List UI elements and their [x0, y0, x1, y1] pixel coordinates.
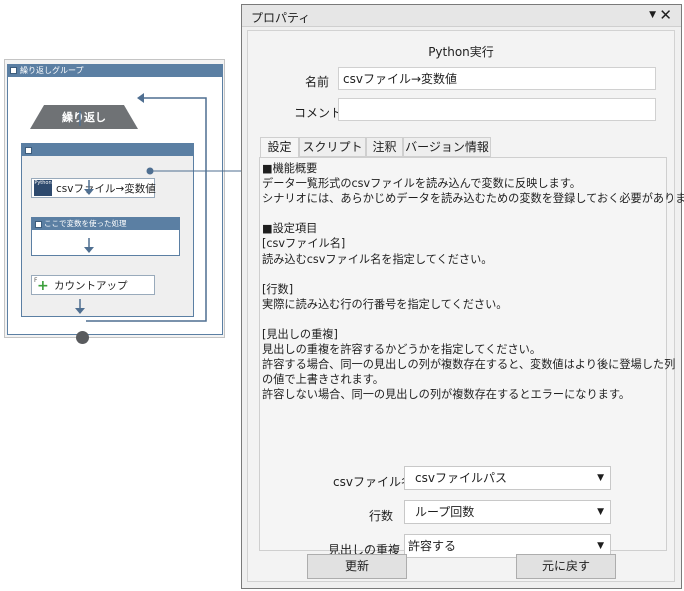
description-line: ■機能概要: [262, 162, 318, 175]
function-description: ■機能概要 データ一覧形式のcsvファイルを読み込んで変数に反映します。 シナリ…: [262, 161, 684, 403]
description-line: [262, 267, 662, 282]
description-line: シナリオには、あらかじめデータを読み込むための変数を登録しておく必要があります。: [262, 192, 684, 206]
row-count-value: ループ回数: [415, 505, 475, 519]
loop-group-title: 繰り返しグループ: [20, 66, 84, 75]
action-type-title: Python実行: [428, 45, 494, 59]
chevron-down-icon: ▼: [597, 473, 604, 483]
description-line: [見出しの重複]: [262, 328, 338, 342]
python-action-label: csvファイル→変数値: [56, 182, 156, 195]
tab-notes[interactable]: 注釈: [366, 137, 403, 157]
loop-group-header[interactable]: 繰り返しグループ: [7, 64, 223, 77]
property-titlebar[interactable]: プロパティ ▼ ✕: [242, 5, 681, 27]
process-group-header[interactable]: ここで変数を使った処理: [32, 218, 179, 230]
description-line: [行数]: [262, 282, 294, 296]
close-icon[interactable]: ✕: [659, 6, 672, 24]
comment-field[interactable]: [338, 98, 656, 121]
plus-icon: F +: [34, 277, 49, 294]
tab-script[interactable]: スクリプト: [299, 137, 366, 157]
python-action-node[interactable]: Python csvファイル→変数値: [31, 178, 156, 198]
csv-file-label: csvファイル名: [333, 475, 413, 489]
description-line: 実際に読み込む行の行番号を指定してください。: [262, 297, 508, 311]
tab-settings[interactable]: 設定: [260, 137, 299, 158]
csv-file-value: csvファイルパス: [415, 471, 507, 485]
row-count-label: 行数: [369, 509, 394, 523]
countup-action-node[interactable]: F + カウントアップ: [31, 275, 155, 295]
property-title: プロパティ: [251, 11, 311, 25]
process-group-block[interactable]: ここで変数を使った処理: [31, 217, 180, 256]
tab-version[interactable]: バージョン情報: [403, 137, 491, 157]
inner-collapse-icon[interactable]: [25, 147, 32, 154]
python-icon: Python: [34, 180, 52, 196]
inner-block-header[interactable]: [22, 144, 193, 156]
property-content: Python実行 名前 コメント 設定 スクリプト 注釈 バージョン情報 ■機能…: [247, 30, 684, 582]
description-line: データ一覧形式のcsvファイルを読み込んで変数に反映します。: [262, 177, 581, 191]
loop-node[interactable]: 繰り返し: [30, 105, 138, 129]
flow-canvas[interactable]: 繰り返しグループ 繰り返し Python csvファイル→変数値 ここで変数を使…: [4, 59, 225, 344]
duplicate-header-value: 許容する: [408, 539, 457, 553]
description-line: の値で上書きされます。: [262, 373, 384, 387]
revert-button[interactable]: 元に戻す: [516, 554, 616, 579]
process-group-title: ここで変数を使った処理: [44, 219, 127, 228]
description-line: 読み込むcsvファイル名を指定してください。: [262, 252, 493, 266]
description-line: [262, 312, 662, 327]
chevron-down-icon: ▼: [597, 507, 604, 517]
description-line: 許容しない場合、同一の見出しの列が複数存在するとエラーになります。: [262, 388, 631, 402]
loop-node-label: 繰り返し: [62, 111, 106, 124]
description-line: 見出しの重複を許容するかどうかを指定してください。: [262, 343, 542, 357]
loop-inner-block: Python csvファイル→変数値 ここで変数を使った処理 F + カウントアッ…: [21, 143, 194, 317]
dropdown-menu-icon[interactable]: ▼: [649, 10, 656, 20]
description-line: [262, 206, 662, 221]
collapse-toggle-icon[interactable]: [10, 67, 17, 74]
countup-action-label: カウントアップ: [54, 279, 128, 292]
comment-label: コメント: [294, 106, 343, 120]
name-label: 名前: [305, 75, 330, 89]
settings-tab-body: ■機能概要 データ一覧形式のcsvファイルを読み込んで変数に反映します。 シナリ…: [259, 157, 684, 558]
name-field[interactable]: [338, 67, 656, 90]
end-node[interactable]: [76, 331, 89, 344]
description-line: 許容する場合、同一の見出しの列が複数存在すると、変数値はより後に登場した列: [262, 358, 676, 372]
property-panel: プロパティ ▼ ✕ Python実行 名前 コメント 設定 スクリプト 注釈 バ…: [241, 4, 684, 589]
row-count-select[interactable]: ループ回数 ▼: [404, 500, 611, 524]
update-button[interactable]: 更新: [307, 554, 407, 579]
process-collapse-icon[interactable]: [35, 221, 42, 228]
loop-group-body: 繰り返し Python csvファイル→変数値 ここで変数を使った処理 F + カ…: [7, 77, 223, 344]
description-line: [csvファイル名]: [262, 237, 346, 251]
csv-file-select[interactable]: csvファイルパス ▼: [404, 466, 611, 490]
description-line: ■設定項目: [262, 222, 318, 236]
